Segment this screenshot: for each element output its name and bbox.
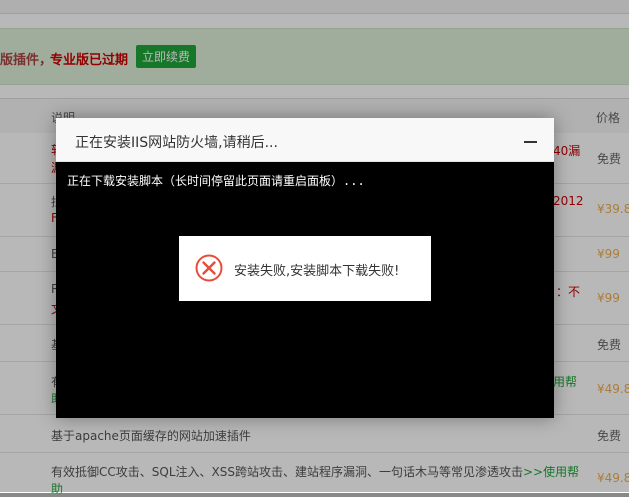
console-line: 正在下载安装脚本（长时间停留此页面请重启面板）... xyxy=(67,174,365,188)
error-toast: 安装失败,安装脚本下载失败! xyxy=(179,236,431,301)
minimize-icon[interactable] xyxy=(524,131,538,147)
toast-message: 安装失败,安装脚本下载失败! xyxy=(234,264,400,279)
error-x-icon xyxy=(195,254,223,282)
dialog-title: 正在安装IIS网站防火墙,请稍后... xyxy=(75,135,278,151)
dialog-titlebar: 正在安装IIS网站防火墙,请稍后... xyxy=(56,118,554,162)
